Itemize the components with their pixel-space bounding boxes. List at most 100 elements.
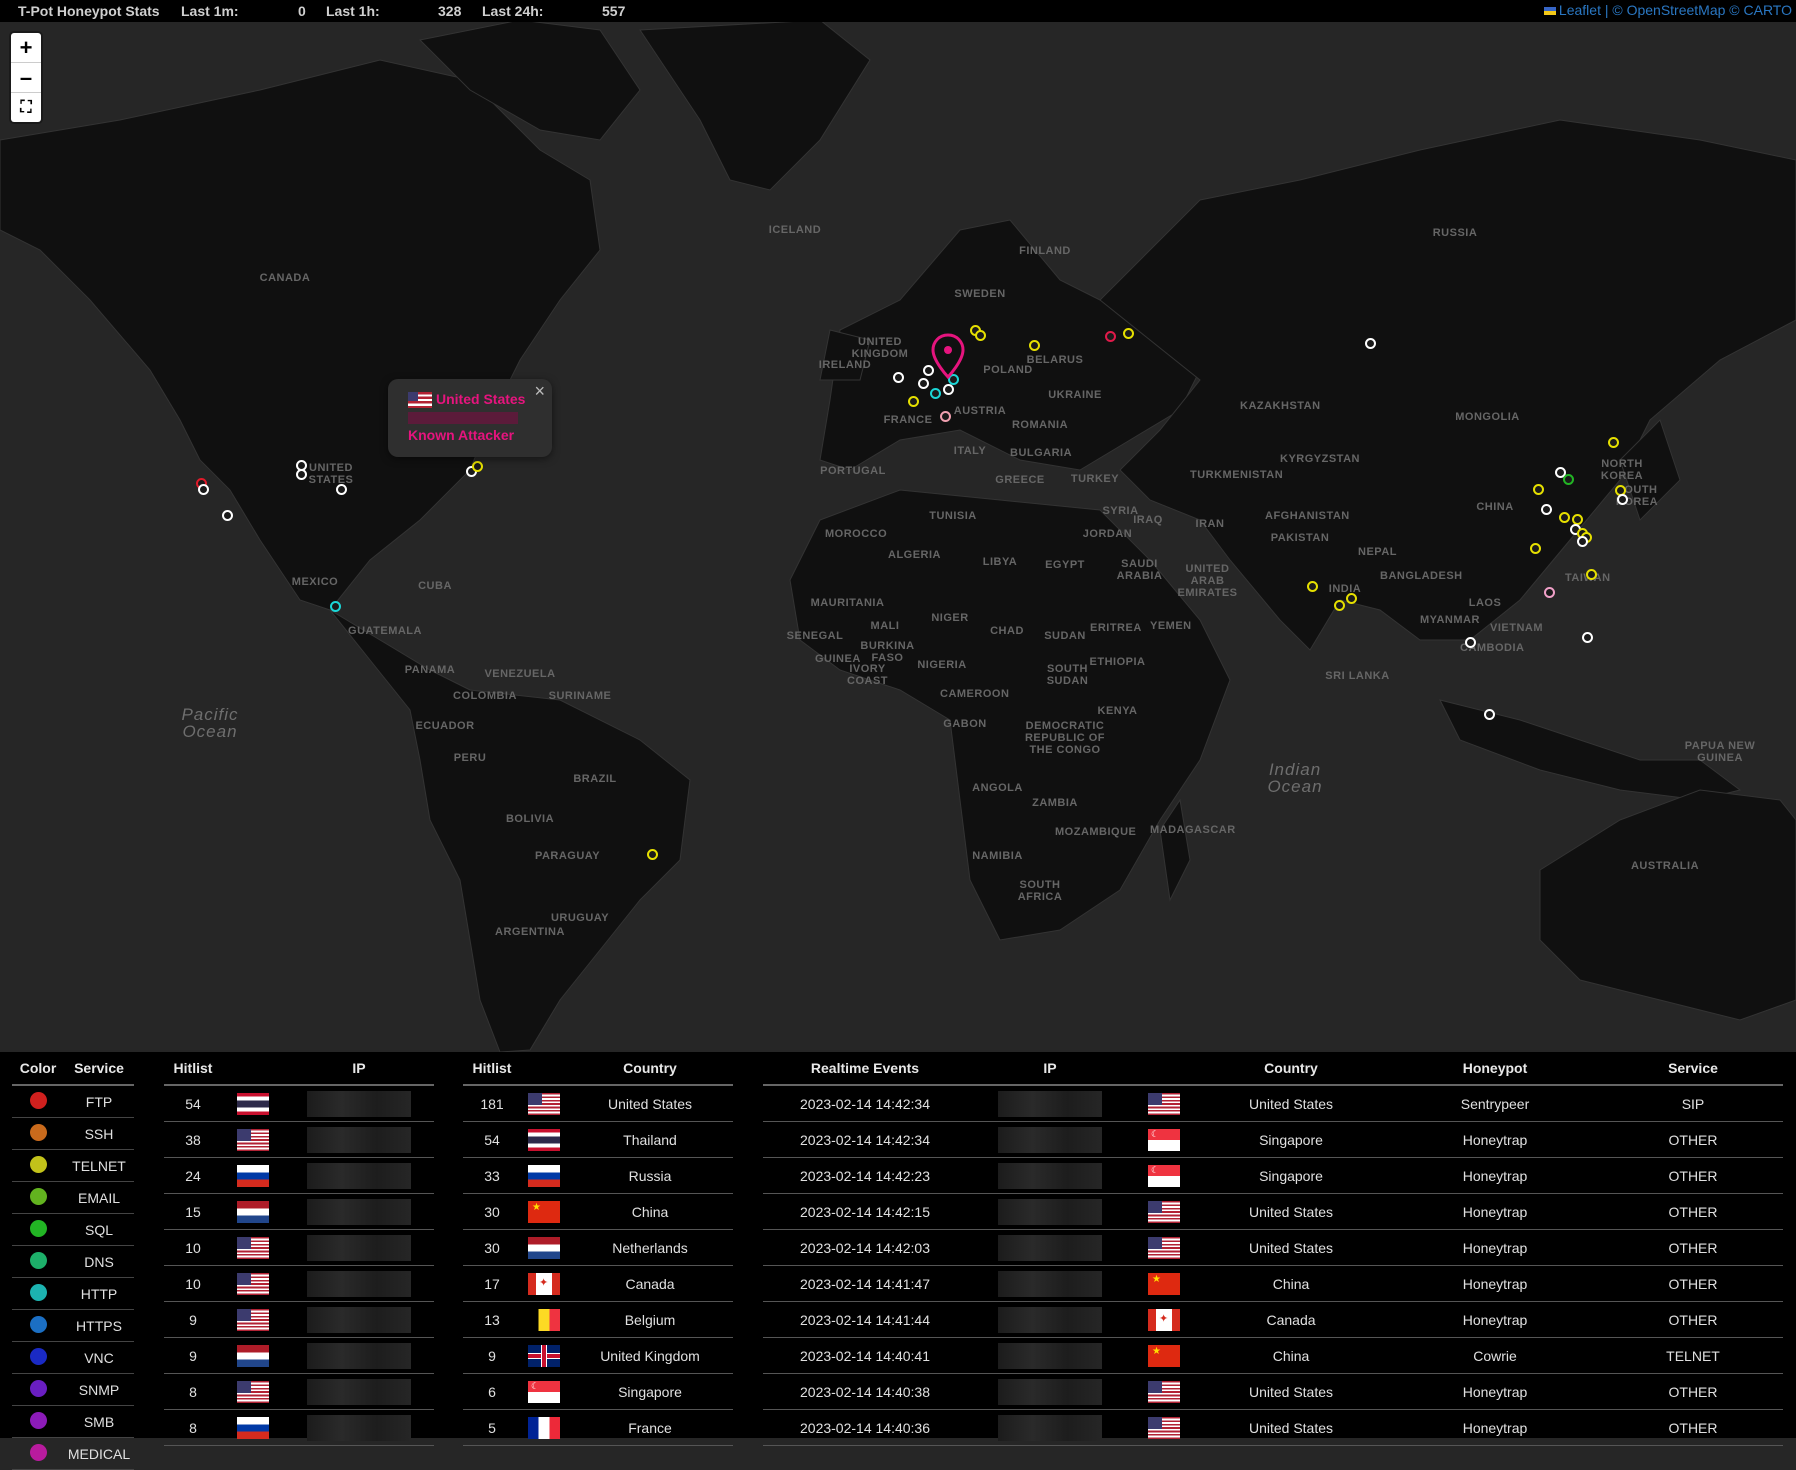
attack-marker[interactable] <box>893 372 904 383</box>
attack-marker[interactable] <box>1029 340 1040 351</box>
service-row: FTP <box>12 1085 134 1118</box>
popup-close-button[interactable]: × <box>534 381 545 402</box>
ip-hitlist-row[interactable]: 8 <box>164 1373 434 1410</box>
ip-hitlist-row[interactable]: 10 <box>164 1265 434 1302</box>
event-time: 2023-02-14 14:42:34 <box>763 1085 967 1122</box>
attack-marker[interactable] <box>1582 632 1593 643</box>
attack-marker[interactable] <box>943 384 954 395</box>
event-row[interactable]: 2023-02-14 14:41:44 ✦ Canada Honeytrap OTHER <box>763 1301 1783 1338</box>
map-label: MAURITANIA <box>810 597 885 609</box>
attack-marker[interactable] <box>296 469 307 480</box>
attack-marker[interactable] <box>918 378 929 389</box>
event-row[interactable]: 2023-02-14 14:42:34 United States Sentrype… <box>763 1085 1783 1122</box>
ip-hitlist-row[interactable]: 9 <box>164 1301 434 1338</box>
zoom-in-button[interactable]: + <box>11 33 41 63</box>
country-hitlist-row[interactable]: 30 Netherlands <box>463 1229 733 1266</box>
attack-marker[interactable] <box>930 388 941 399</box>
attack-marker[interactable] <box>1105 331 1116 342</box>
event-row[interactable]: 2023-02-14 14:40:36 United States Honeytra… <box>763 1409 1783 1446</box>
map-label: SUDAN <box>1044 630 1086 642</box>
country-hitlist-row[interactable]: 9 United Kingdom <box>463 1337 733 1374</box>
attack-marker[interactable] <box>330 601 341 612</box>
hit-count: 30 <box>463 1229 521 1266</box>
attack-marker[interactable] <box>1334 600 1345 611</box>
country-hitlist-row[interactable]: 54 Thailand <box>463 1121 733 1158</box>
map-label: SURINAME <box>548 690 612 702</box>
country-hitlist-row[interactable]: 6 ☾ Singapore <box>463 1373 733 1410</box>
attack-marker[interactable] <box>940 411 951 422</box>
zoom-out-button[interactable]: – <box>11 63 41 93</box>
attack-marker[interactable] <box>1541 504 1552 515</box>
attack-marker[interactable] <box>1617 494 1628 505</box>
service-name: SQL <box>64 1213 134 1246</box>
event-time: 2023-02-14 14:42:15 <box>763 1193 967 1230</box>
ip-hitlist-row[interactable]: 38 <box>164 1121 434 1158</box>
th-flag-icon <box>528 1128 560 1151</box>
event-service: OTHER <box>1603 1265 1783 1302</box>
ip-hitlist-row[interactable]: 15 <box>164 1193 434 1230</box>
ip-hitlist-row[interactable]: 54 <box>164 1085 434 1122</box>
redacted-ip <box>998 1090 1102 1117</box>
ip-header: IP <box>284 1052 434 1086</box>
country-hitlist-row[interactable]: 181 United States <box>463 1085 733 1122</box>
attack-marker[interactable] <box>975 330 986 341</box>
country-hitlist-row[interactable]: 17 ✦ Canada <box>463 1265 733 1302</box>
map-land <box>0 19 1796 1052</box>
country-hitlist-row[interactable]: 30 ★ China <box>463 1193 733 1230</box>
event-service: OTHER <box>1603 1301 1783 1338</box>
attack-marker[interactable] <box>1346 593 1357 604</box>
service-name: FTP <box>64 1085 134 1118</box>
redacted-ip <box>307 1234 411 1261</box>
attack-marker[interactable] <box>1533 484 1544 495</box>
map-label: CHINA <box>1476 501 1514 513</box>
attack-marker[interactable] <box>908 396 919 407</box>
ip-hitlist-row[interactable]: 8 <box>164 1409 434 1446</box>
ip-hitlist-row[interactable]: 10 <box>164 1229 434 1266</box>
last-1m-label: Last 1m: <box>181 3 239 19</box>
attack-marker[interactable] <box>1123 328 1134 339</box>
country-hitlist-row[interactable]: 13 Belgium <box>463 1301 733 1338</box>
world-map[interactable]: CANADA UNITED STATES MEXICO CUBA GUATEMA… <box>0 0 1796 1052</box>
attack-marker[interactable] <box>1484 709 1495 720</box>
map-attribution[interactable]: Leaflet | © OpenStreetMap © CARTO <box>1539 0 1796 20</box>
attack-marker[interactable] <box>1563 474 1574 485</box>
ip-hitlist-row[interactable]: 9 <box>164 1337 434 1374</box>
attack-marker[interactable] <box>336 484 347 495</box>
country-hitlist-row[interactable]: 5 France <box>463 1409 733 1446</box>
app-title: T-Pot Honeypot Stats <box>18 3 160 19</box>
attack-marker[interactable] <box>198 484 209 495</box>
map-label: DEMOCRATIC REPUBLIC OF THE CONGO <box>1024 720 1106 756</box>
country-hitlist-row[interactable]: 33 Russia <box>463 1157 733 1194</box>
map-label: VENEZUELA <box>484 668 556 680</box>
attack-marker[interactable] <box>1365 338 1376 349</box>
attack-marker[interactable] <box>647 849 658 860</box>
map-label: TURKMENISTAN <box>1190 469 1284 481</box>
event-row[interactable]: 2023-02-14 14:42:34 ☾ Singapore Honeytrap OT… <box>763 1121 1783 1158</box>
event-row[interactable]: 2023-02-14 14:40:38 United States Honeytra… <box>763 1373 1783 1410</box>
attack-marker[interactable] <box>1465 637 1476 648</box>
attack-marker[interactable] <box>1307 581 1318 592</box>
event-row[interactable]: 2023-02-14 14:42:15 United States Honeytra… <box>763 1193 1783 1230</box>
attack-marker[interactable] <box>1544 587 1555 598</box>
attack-marker[interactable] <box>222 510 233 521</box>
location-pin-icon[interactable] <box>930 333 966 381</box>
attribution-text[interactable]: Leaflet | © OpenStreetMap © CARTO <box>1559 2 1792 18</box>
attack-marker[interactable] <box>1559 512 1570 523</box>
map-label: ZAMBIA <box>1032 797 1078 809</box>
ip-hitlist-row[interactable]: 24 <box>164 1157 434 1194</box>
service-color-dot <box>29 1123 47 1141</box>
event-row[interactable]: 2023-02-14 14:41:47 ★ China Honeytrap OTHER <box>763 1265 1783 1302</box>
service-row: SNMP <box>12 1373 134 1406</box>
event-row[interactable]: 2023-02-14 14:42:23 ☾ Singapore Honeytrap OT… <box>763 1157 1783 1194</box>
event-country: Canada <box>1195 1301 1387 1338</box>
attack-marker[interactable] <box>1577 536 1588 547</box>
us-flag-icon <box>237 1236 269 1259</box>
attack-marker[interactable] <box>472 461 483 472</box>
fullscreen-button[interactable]: ⛶ <box>11 93 41 122</box>
attack-marker[interactable] <box>1530 543 1541 554</box>
attack-marker[interactable] <box>1608 437 1619 448</box>
event-row[interactable]: 2023-02-14 14:42:03 United States Honeytra… <box>763 1229 1783 1266</box>
event-row[interactable]: 2023-02-14 14:40:41 ★ China Cowrie TELNET <box>763 1337 1783 1374</box>
ca-flag-icon: ✦ <box>1148 1308 1180 1331</box>
attack-marker[interactable] <box>1586 569 1597 580</box>
